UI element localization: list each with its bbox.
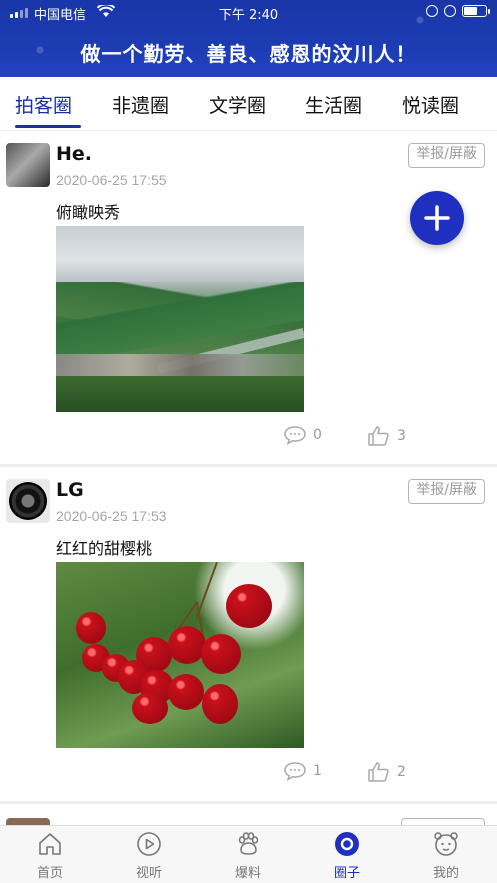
comment-icon <box>284 426 306 445</box>
avatar[interactable] <box>6 143 50 187</box>
clock: 下午 2:40 <box>218 8 279 23</box>
tabbar-label: 我的 <box>432 866 459 881</box>
comment-count-value: 0 <box>313 427 322 443</box>
tab-paike[interactable]: 拍客圈 <box>15 91 72 118</box>
avatar[interactable] <box>6 479 50 523</box>
post-timestamp: 2020-06-25 17:55 <box>56 172 167 188</box>
post-username[interactable]: LG <box>56 479 84 501</box>
like-count[interactable]: 2 <box>367 760 406 784</box>
post-card: He. 2020-06-25 17:55 举报/屏蔽 俯瞰映秀 0 3 <box>0 131 497 467</box>
tabbar-label: 首页 <box>36 866 63 881</box>
report-block-button[interactable]: 举报/屏蔽 <box>408 479 485 504</box>
comment-count[interactable]: 0 <box>283 425 322 445</box>
home-icon <box>39 833 61 855</box>
active-tab-indicator <box>15 125 81 128</box>
category-tabs: 拍客圈 非遗圈 文学圈 生活圈 悦读圈 <box>0 77 497 131</box>
tabbar-label: 爆料 <box>234 866 261 881</box>
thumbs-up-icon <box>368 426 389 446</box>
paw-icon <box>238 832 259 855</box>
alarm-icon <box>444 5 456 17</box>
tab-yuedu[interactable]: 悦读圈 <box>402 91 459 118</box>
tabbar-label: 视听 <box>135 866 162 881</box>
status-bar: 中国电信 下午 2:40 <box>0 0 497 26</box>
tab-shenghuo[interactable]: 生活圈 <box>305 91 362 118</box>
tabbar-item-media[interactable]: 视听 <box>114 830 184 881</box>
comment-icon <box>284 762 306 781</box>
battery-icon <box>462 5 490 17</box>
thumbs-up-icon <box>368 762 389 782</box>
tabbar-item-home[interactable]: 首页 <box>15 830 85 881</box>
app-header: 中国电信 下午 2:40 做一个勤劳、善良、感恩的汶川人！ <box>0 0 497 77</box>
circle-icon <box>335 832 359 856</box>
plus-icon <box>424 205 450 231</box>
orientation-lock-icon <box>426 5 438 17</box>
comment-count-value: 1 <box>313 763 322 779</box>
report-block-button[interactable]: 举报/屏蔽 <box>408 143 485 168</box>
add-post-button[interactable] <box>410 191 464 245</box>
comment-count[interactable]: 1 <box>283 761 322 781</box>
banner-slogan: 做一个勤劳、善良、感恩的汶川人！ <box>80 42 417 66</box>
post-caption: 俯瞰映秀 <box>56 203 121 222</box>
post-card: LG 2020-06-25 17:53 举报/屏蔽 红红的甜樱桃 1 2 <box>0 467 497 804</box>
tabbar-item-profile[interactable]: 我的 <box>411 830 481 881</box>
tabbar-item-circle[interactable]: 圈子 <box>312 830 382 881</box>
post-username[interactable]: He. <box>56 143 92 165</box>
post-timestamp: 2020-06-25 17:53 <box>56 508 167 524</box>
tabbar-label: 圈子 <box>333 866 360 881</box>
tabbar-item-tips[interactable]: 爆料 <box>213 830 283 881</box>
tab-feiyi[interactable]: 非遗圈 <box>112 91 169 118</box>
post-photo[interactable] <box>56 562 304 748</box>
like-count-value: 2 <box>397 764 406 780</box>
like-count-value: 3 <box>397 428 406 444</box>
bottom-tab-bar: 首页 视听 爆料 圈子 我的 <box>0 825 497 883</box>
tab-wenxue[interactable]: 文学圈 <box>209 91 266 118</box>
play-icon <box>137 832 161 856</box>
post-caption: 红红的甜樱桃 <box>56 539 153 558</box>
post-photo[interactable] <box>56 226 304 412</box>
profile-icon <box>434 832 458 856</box>
like-count[interactable]: 3 <box>367 424 406 448</box>
